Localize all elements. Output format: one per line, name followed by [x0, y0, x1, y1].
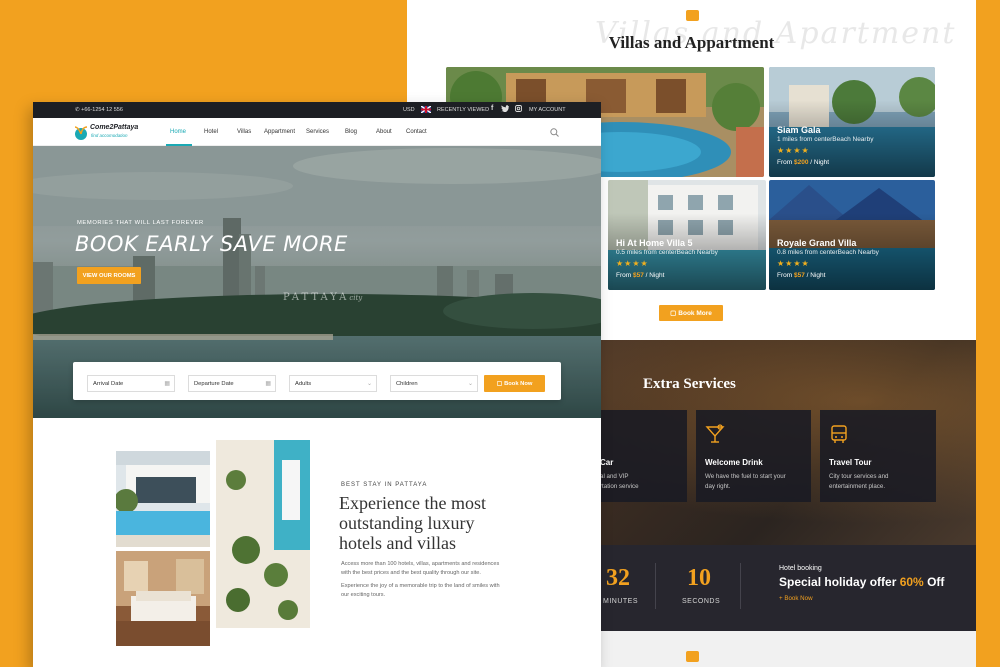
villa-price: From $57 / Night — [777, 272, 826, 279]
currency-selector[interactable]: USD — [403, 107, 415, 113]
intro-kicker: BEST STAY IN PATTAYA — [341, 482, 428, 488]
countdown-seconds-label: SECONDS — [682, 598, 721, 605]
facebook-icon[interactable]: f — [491, 105, 493, 112]
uk-flag-icon[interactable] — [420, 105, 432, 115]
children-select[interactable]: Children ⌄ — [390, 375, 478, 392]
nav-about[interactable]: About — [376, 129, 392, 135]
services-title: Extra Services — [643, 376, 736, 392]
city-watermark: PATTAYAcity — [283, 292, 363, 303]
book-more-button[interactable]: ▢ Book More — [659, 305, 723, 321]
calendar-icon: ▢ — [670, 310, 677, 317]
book-now-button[interactable]: ▢ Book Now — [484, 375, 545, 392]
villa-name: Siam Gala — [777, 125, 821, 135]
adults-select[interactable]: Adults ⌄ — [289, 375, 377, 392]
countdown-minutes-label: MINUTES — [603, 598, 638, 605]
star-rating-icon: ★★★★ — [616, 259, 649, 268]
hero-title: BOOK EARLY SAVE MORE — [75, 232, 348, 256]
countdown-minutes: 32 — [606, 565, 630, 591]
phone-contact[interactable]: ✆ +66-1254 12 556 — [75, 107, 123, 113]
offer-book-now-link[interactable]: + Book Now — [779, 595, 813, 602]
cocktail-icon — [705, 424, 725, 443]
star-rating-icon: ★★★★ — [777, 259, 810, 268]
intro-title: Experience the most outstanding luxury hot… — [339, 493, 486, 553]
villa-card-hi-at-home[interactable]: Hi At Home Villa 5 0.5 miles from center… — [608, 180, 766, 290]
villa-name: Royale Grand Villa — [777, 238, 857, 248]
service-title: Travel Tour — [829, 458, 872, 467]
service-desc: City tour services and entertainment plac… — [829, 473, 889, 490]
accent-square-icon — [686, 651, 699, 662]
chevron-down-icon: ⌄ — [467, 381, 473, 387]
service-desc: We have the fuel to start your day right. — [705, 473, 786, 490]
villa-distance: 0.8 miles from centerBeach Nearby — [777, 249, 879, 256]
nav-hotel[interactable]: Hotel — [204, 129, 218, 135]
bedroom-photo — [116, 551, 210, 646]
recently-viewed-link[interactable]: RECENTLY VIEWED — [437, 107, 489, 113]
main-navbar: Come2Pattaya find accomodation Home Hote… — [33, 118, 601, 146]
logo-name: Come2Pattaya — [90, 124, 139, 131]
instagram-icon[interactable] — [515, 105, 522, 114]
service-desc: al and VIP rtation service — [600, 473, 639, 490]
villa-card-siam-gala[interactable]: Siam Gala 1 miles from centerBeach Nearb… — [769, 67, 935, 177]
offer-kicker: Hotel booking — [779, 565, 822, 572]
villa-distance: 0.5 miles from centerBeach Nearby — [616, 249, 718, 256]
twitter-icon[interactable] — [501, 105, 509, 114]
villa-distance: 1 miles from centerBeach Nearby — [777, 136, 874, 143]
booking-search-bar: Arrival Date ▦ Departure Date ▦ Adults ⌄ Ch… — [73, 362, 561, 400]
modern-villa-photo — [116, 451, 210, 547]
nav-villas[interactable]: Villas — [237, 129, 251, 135]
nav-services[interactable]: Services — [306, 129, 329, 135]
intro-paragraph-1: Access more than 100 hotels, villas, apa… — [341, 561, 500, 577]
calendar-icon: ▢ — [496, 380, 503, 387]
nav-home[interactable]: Home — [170, 129, 186, 135]
villa-price: From $200 / Night — [777, 159, 830, 166]
villa-info: Royale Grand Villa 0.8 miles from center… — [777, 238, 879, 279]
villa-price: From $57 / Night — [616, 272, 665, 279]
view-our-rooms-button[interactable]: VIEW OUR ROOMS — [77, 267, 141, 284]
villa-info: Hi At Home Villa 5 0.5 miles from center… — [616, 238, 718, 279]
intro-paragraph-2: Experience the joy of a memorable trip t… — [341, 583, 500, 599]
front-page-preview: ✆ +66-1254 12 556 USD RECENTLY VIEWED f … — [33, 102, 601, 667]
chevron-down-icon: ⌄ — [366, 381, 372, 387]
logo-palm-icon — [74, 126, 88, 140]
villa-card-royale-grand[interactable]: Royale Grand Villa 0.8 miles from center… — [769, 180, 935, 290]
nav-blog[interactable]: Blog — [345, 129, 357, 135]
hero-tagline: MEMORIES THAT WILL LAST FOREVER — [77, 220, 204, 226]
search-icon[interactable] — [550, 128, 559, 137]
villa-info: Siam Gala 1 miles from centerBeach Nearb… — [777, 125, 873, 166]
countdown-divider — [740, 563, 741, 609]
villa-name: Hi At Home Villa 5 — [616, 238, 693, 248]
star-rating-icon: ★★★★ — [777, 146, 810, 155]
calendar-icon: ▦ — [164, 381, 170, 387]
my-account-link[interactable]: MY ACCOUNT — [529, 107, 566, 113]
service-title: Car — [600, 458, 614, 467]
nav-contact[interactable]: Contact — [406, 129, 427, 135]
logo-tagline: find accomodation — [91, 133, 128, 138]
aerial-pool-palm-photo — [216, 440, 310, 628]
service-card-travel-tour[interactable]: Travel Tour City tour services and entert… — [820, 410, 936, 502]
top-info-bar: ✆ +66-1254 12 556 USD RECENTLY VIEWED f … — [33, 102, 601, 118]
calendar-icon: ▦ — [265, 381, 271, 387]
offer-headline: Special holiday offer 60% Off — [779, 575, 945, 589]
nav-appartment[interactable]: Appartment — [264, 129, 295, 135]
service-card-welcome-drink[interactable]: Welcome Drink We have the fuel to start … — [696, 410, 811, 502]
arrival-date-field[interactable]: Arrival Date ▦ — [87, 375, 175, 392]
countdown-divider — [655, 563, 656, 609]
departure-date-field[interactable]: Departure Date ▦ — [188, 375, 276, 392]
service-card-car[interactable]: Car al and VIP rtation service — [600, 410, 687, 502]
bus-icon — [831, 425, 847, 443]
villas-section-title: Villas and Appartment — [608, 33, 775, 52]
countdown-seconds: 10 — [687, 565, 711, 591]
service-title: Welcome Drink — [705, 458, 763, 467]
